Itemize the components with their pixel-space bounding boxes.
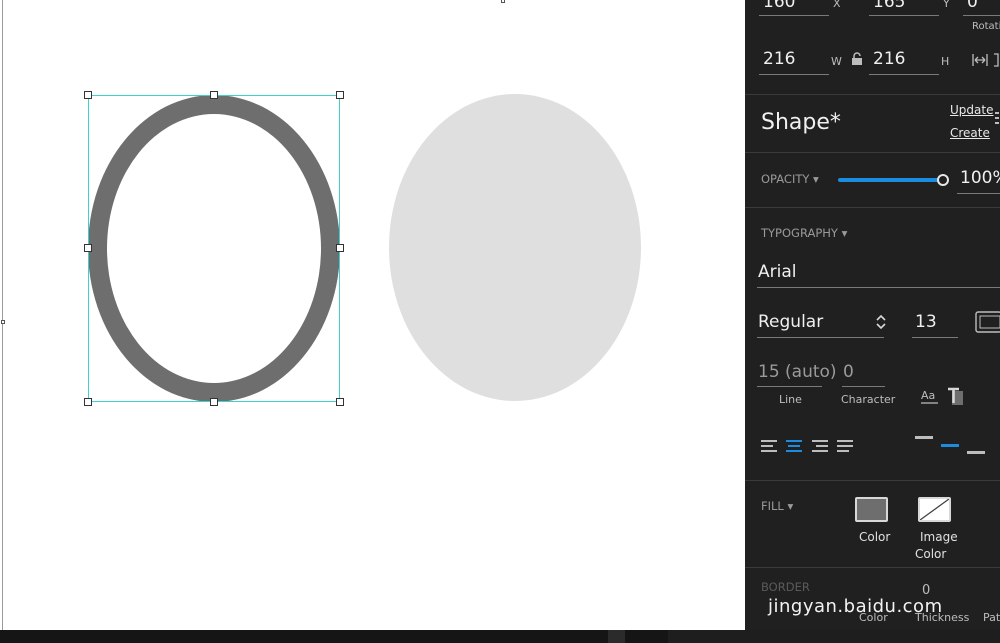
resize-handle-bottom-right[interactable] (336, 398, 344, 406)
valign-top-icon[interactable] (915, 436, 933, 439)
text-box-mode-icon[interactable] (975, 311, 1000, 337)
character-spacing-input[interactable]: 0 (843, 362, 854, 382)
shape-name-label[interactable]: Shape* (761, 110, 841, 135)
align-right-icon[interactable] (812, 440, 828, 455)
line-height-label: Line (779, 393, 802, 406)
status-bar-segment (608, 630, 625, 643)
font-size-input[interactable]: 13 (915, 312, 937, 332)
update-symbol-link[interactable]: Update (950, 103, 993, 117)
width-input[interactable]: 216 (763, 49, 795, 69)
height-input[interactable]: 216 (873, 49, 905, 69)
opacity-value-input[interactable]: 100% (960, 168, 1000, 188)
valign-bottom-icon[interactable] (967, 451, 985, 454)
fill-label[interactable]: FILL ▾ (761, 499, 793, 513)
align-left-icon[interactable] (761, 440, 777, 455)
svg-text:Aa: Aa (921, 389, 935, 402)
y-label: Y (943, 0, 950, 10)
watermark-text: jingyan.baidu.com (768, 596, 943, 617)
rotation-label: Rotatio (972, 21, 1000, 32)
font-family-input[interactable]: Arial (758, 262, 796, 282)
chevron-updown-icon[interactable] (875, 313, 887, 335)
status-bar-segment-right (668, 630, 1000, 643)
resize-handle-top-right[interactable] (336, 91, 344, 99)
resize-handle-bottom[interactable] (210, 398, 218, 406)
border-pattern-label[interactable]: Pat (983, 611, 1000, 624)
align-center-icon[interactable] (786, 440, 802, 455)
font-weight-select[interactable]: Regular (758, 312, 823, 332)
fill-color-label[interactable]: Color (859, 530, 890, 544)
ellipse-filled-shape[interactable] (389, 94, 641, 401)
valign-middle-icon[interactable] (941, 444, 959, 447)
fill-color-swatch[interactable] (855, 497, 888, 522)
inspector-panel: 160 X 165 Y 0 Rotatio 216 W 216 H Shape*… (745, 0, 1000, 630)
artboard-handle-left[interactable] (1, 320, 5, 324)
line-height-input[interactable]: 15 (auto) (758, 362, 837, 382)
opacity-slider-track[interactable] (838, 178, 942, 182)
artboard-edge (2, 0, 3, 630)
typography-label[interactable]: TYPOGRAPHY ▾ (761, 226, 847, 240)
height-label: H (941, 55, 950, 68)
x-position-input[interactable]: 160 (763, 0, 795, 12)
text-case-icon[interactable]: Aa (920, 387, 940, 409)
resize-handle-right[interactable] (336, 244, 344, 252)
width-label: W (831, 55, 842, 68)
fill-image-label[interactable]: Image (920, 530, 958, 544)
fixed-width-icon[interactable] (972, 52, 1000, 72)
lock-aspect-icon[interactable] (851, 51, 863, 70)
resize-handle-bottom-left[interactable] (84, 398, 92, 406)
resize-handle-left[interactable] (84, 244, 92, 252)
text-style-icon[interactable] (947, 387, 965, 411)
artboard-handle-top[interactable] (501, 0, 505, 3)
fill-image-swatch[interactable] (918, 497, 951, 522)
rotation-input[interactable]: 0 (967, 0, 978, 12)
create-symbol-link[interactable]: Create (950, 126, 990, 140)
symbol-more-icon[interactable] (995, 112, 999, 124)
x-label: X (833, 0, 841, 10)
opacity-label[interactable]: OPACITY ▾ (761, 172, 819, 186)
resize-handle-top-left[interactable] (84, 91, 92, 99)
selection-bounding-box (88, 95, 340, 402)
fill-image-sub-label: Color (915, 547, 947, 561)
design-canvas[interactable] (0, 0, 745, 630)
opacity-slider-thumb[interactable] (937, 174, 949, 186)
align-justify-icon[interactable] (837, 440, 853, 455)
resize-handle-top[interactable] (210, 91, 218, 99)
y-position-input[interactable]: 165 (873, 0, 905, 12)
border-label[interactable]: BORDER (761, 580, 810, 594)
character-spacing-label: Character (841, 393, 896, 406)
